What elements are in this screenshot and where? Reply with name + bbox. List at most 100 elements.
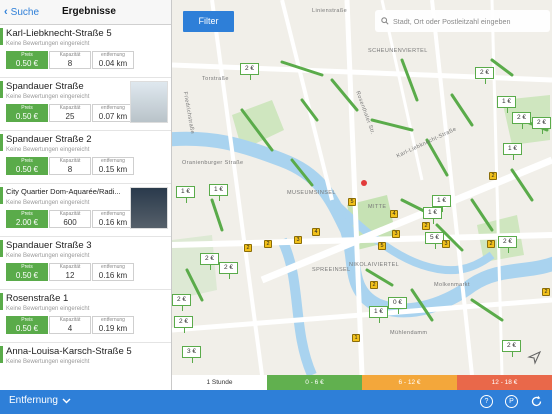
price-value: 0.50 € bbox=[15, 112, 39, 121]
price-tag: Preis 2.00 € bbox=[6, 210, 48, 228]
distance-tag: entfernung 0.15 km bbox=[92, 157, 134, 175]
price-tag: Preis 0.50 € bbox=[6, 104, 48, 122]
result-name: Karl-Liebknecht-Straße 5 bbox=[6, 28, 112, 39]
parking-badge[interactable]: 2 bbox=[422, 222, 430, 230]
review-text: Keine Bewertungen eingereicht bbox=[6, 41, 90, 47]
parking-badge[interactable]: 2 bbox=[264, 240, 272, 248]
parking-badge[interactable]: 5 bbox=[348, 198, 356, 206]
parking-pin[interactable]: 2 € bbox=[174, 316, 194, 333]
price-tag: Preis 0.50 € bbox=[6, 51, 48, 69]
map-label: Oranienburger Straße bbox=[182, 160, 244, 166]
parking-badge[interactable]: 4 bbox=[312, 228, 320, 236]
search-input[interactable]: Stadt, Ort oder Postleitzahl eingeben bbox=[375, 10, 550, 32]
parking-badge[interactable]: 2 bbox=[487, 240, 495, 248]
parking-pin[interactable]: 1 € bbox=[423, 207, 443, 224]
search-placeholder: Stadt, Ort oder Postleitzahl eingeben bbox=[393, 16, 511, 26]
parking-pin[interactable]: 1 € bbox=[497, 96, 517, 113]
result-card[interactable]: Spandauer Straße 2 Keine Bewertungen ein… bbox=[0, 131, 171, 184]
back-label: Suche bbox=[10, 6, 40, 18]
map-label: Mühlendamm bbox=[390, 330, 428, 336]
price-value: 2.00 € bbox=[15, 218, 39, 227]
parking-button[interactable]: P bbox=[505, 395, 518, 408]
review-text: Keine Bewertungen eingereicht bbox=[6, 306, 90, 312]
card-accent bbox=[0, 240, 3, 257]
parking-pin[interactable]: 2 € bbox=[498, 236, 518, 253]
result-tags: Preis 0.50 € Kapazität 4 entfernung 0.19… bbox=[6, 316, 167, 334]
parking-badge[interactable]: 1 bbox=[352, 334, 360, 342]
parking-pin[interactable]: 2 € bbox=[475, 67, 495, 84]
results-panel: ‹ Suche Ergebnisse Karl-Liebknecht-Straß… bbox=[0, 0, 172, 390]
result-tags: Preis 0.50 € Kapazität 8 entfernung 0.04… bbox=[6, 51, 167, 69]
result-card[interactable]: City Quartier Dom-Aquarée/Radi... Keine … bbox=[0, 184, 171, 237]
parking-badge[interactable]: 3 bbox=[392, 230, 400, 238]
price-value: 0.50 € bbox=[15, 324, 39, 333]
price-tag: Preis 0.50 € bbox=[6, 157, 48, 175]
parking-pin[interactable]: 0 € bbox=[388, 297, 408, 314]
parking-icon: P bbox=[509, 398, 514, 405]
parking-badge[interactable]: 2 bbox=[542, 288, 550, 296]
result-tags: Preis 0.50 € Kapazität 12 entfernung 0.1… bbox=[6, 263, 167, 281]
legend-range-high: 12 - 18 € bbox=[457, 375, 552, 390]
parking-badge[interactable]: 3 bbox=[294, 236, 302, 244]
location-arrow-icon[interactable] bbox=[526, 349, 543, 366]
legend-duration: 1 Stunde bbox=[172, 375, 267, 390]
capacity-value: 600 bbox=[63, 218, 77, 227]
map-base bbox=[172, 0, 552, 375]
result-card[interactable]: Spandauer Straße 3 Keine Bewertungen ein… bbox=[0, 237, 171, 290]
card-accent bbox=[0, 346, 3, 363]
map-label: Molkenmarkt bbox=[434, 282, 470, 288]
map-label: MITTE bbox=[368, 204, 387, 210]
parking-pin[interactable]: 1 € bbox=[503, 143, 523, 160]
result-name: Spandauer Straße 2 bbox=[6, 134, 92, 145]
capacity-tag: Kapazität 25 bbox=[49, 104, 91, 122]
parking-pin[interactable]: 2 € bbox=[172, 294, 192, 311]
parking-pin[interactable]: 2 € bbox=[502, 340, 522, 357]
parking-pin[interactable]: 1 € bbox=[209, 184, 229, 201]
help-button[interactable]: ? bbox=[480, 395, 493, 408]
map-label: NIKOLAIVIERTEL bbox=[349, 262, 400, 268]
parking-pin[interactable]: 2 € bbox=[200, 253, 220, 270]
parking-pin[interactable]: 1 € bbox=[369, 306, 389, 323]
parking-pin[interactable]: 2 € bbox=[532, 117, 552, 134]
result-card[interactable]: Anna-Louisa-Karsch-Straße 5 Keine Bewert… bbox=[0, 343, 171, 390]
review-text: Keine Bewertungen eingereicht bbox=[6, 253, 90, 259]
bottom-toolbar: Entfernung ? P bbox=[0, 390, 552, 414]
result-card[interactable]: Karl-Liebknecht-Straße 5 Keine Bewertung… bbox=[0, 25, 171, 78]
parking-pin[interactable]: 1 € bbox=[432, 195, 452, 212]
parking-badge[interactable]: 2 bbox=[489, 172, 497, 180]
map-view[interactable]: SCHEUNENVIERTEL MUSEUMSINSEL MITTE SPREE… bbox=[172, 0, 552, 375]
map-label: Torstraße bbox=[202, 76, 229, 82]
parking-badge[interactable]: 3 bbox=[442, 240, 450, 248]
refresh-icon[interactable] bbox=[530, 395, 543, 408]
nav-bar: ‹ Suche Ergebnisse bbox=[0, 0, 171, 25]
map-label: SCHEUNENVIERTEL bbox=[368, 48, 428, 54]
parking-badge[interactable]: 4 bbox=[390, 210, 398, 218]
parking-badge[interactable]: 2 bbox=[244, 244, 252, 252]
distance-value: 0.16 km bbox=[98, 218, 128, 227]
parking-pin[interactable]: 3 € bbox=[182, 346, 202, 363]
parking-badge[interactable]: 2 bbox=[370, 281, 378, 289]
parking-pin[interactable]: 2 € bbox=[240, 63, 260, 80]
result-name: Spandauer Straße 3 bbox=[6, 240, 92, 251]
chevron-down-icon bbox=[62, 398, 71, 403]
back-button[interactable]: ‹ Suche bbox=[4, 6, 39, 18]
parking-badge[interactable]: 5 bbox=[378, 242, 386, 250]
parking-pin[interactable]: 2 € bbox=[512, 112, 532, 129]
result-card[interactable]: Rosenstraße 1 Keine Bewertungen eingerei… bbox=[0, 290, 171, 343]
filter-button[interactable]: Filter bbox=[183, 11, 234, 32]
result-name: Rosenstraße 1 bbox=[6, 293, 69, 304]
parking-pin[interactable]: 2 € bbox=[219, 262, 239, 279]
legend-range-mid: 6 - 12 € bbox=[362, 375, 457, 390]
result-card[interactable]: Spandauer Straße Keine Bewertungen einge… bbox=[0, 78, 171, 131]
distance-value: 0.07 km bbox=[98, 112, 128, 121]
distance-value: 0.15 km bbox=[98, 165, 128, 174]
chevron-left-icon: ‹ bbox=[4, 6, 8, 18]
capacity-tag: Kapazität 4 bbox=[49, 316, 91, 334]
parking-pin[interactable]: 1 € bbox=[176, 186, 196, 203]
card-accent bbox=[0, 187, 3, 204]
sort-button[interactable]: Entfernung bbox=[9, 395, 71, 406]
card-accent bbox=[0, 134, 3, 151]
map-label: Linienstraße bbox=[312, 8, 348, 14]
result-thumbnail bbox=[130, 81, 168, 123]
distance-tag: entfernung 0.19 km bbox=[92, 316, 134, 334]
